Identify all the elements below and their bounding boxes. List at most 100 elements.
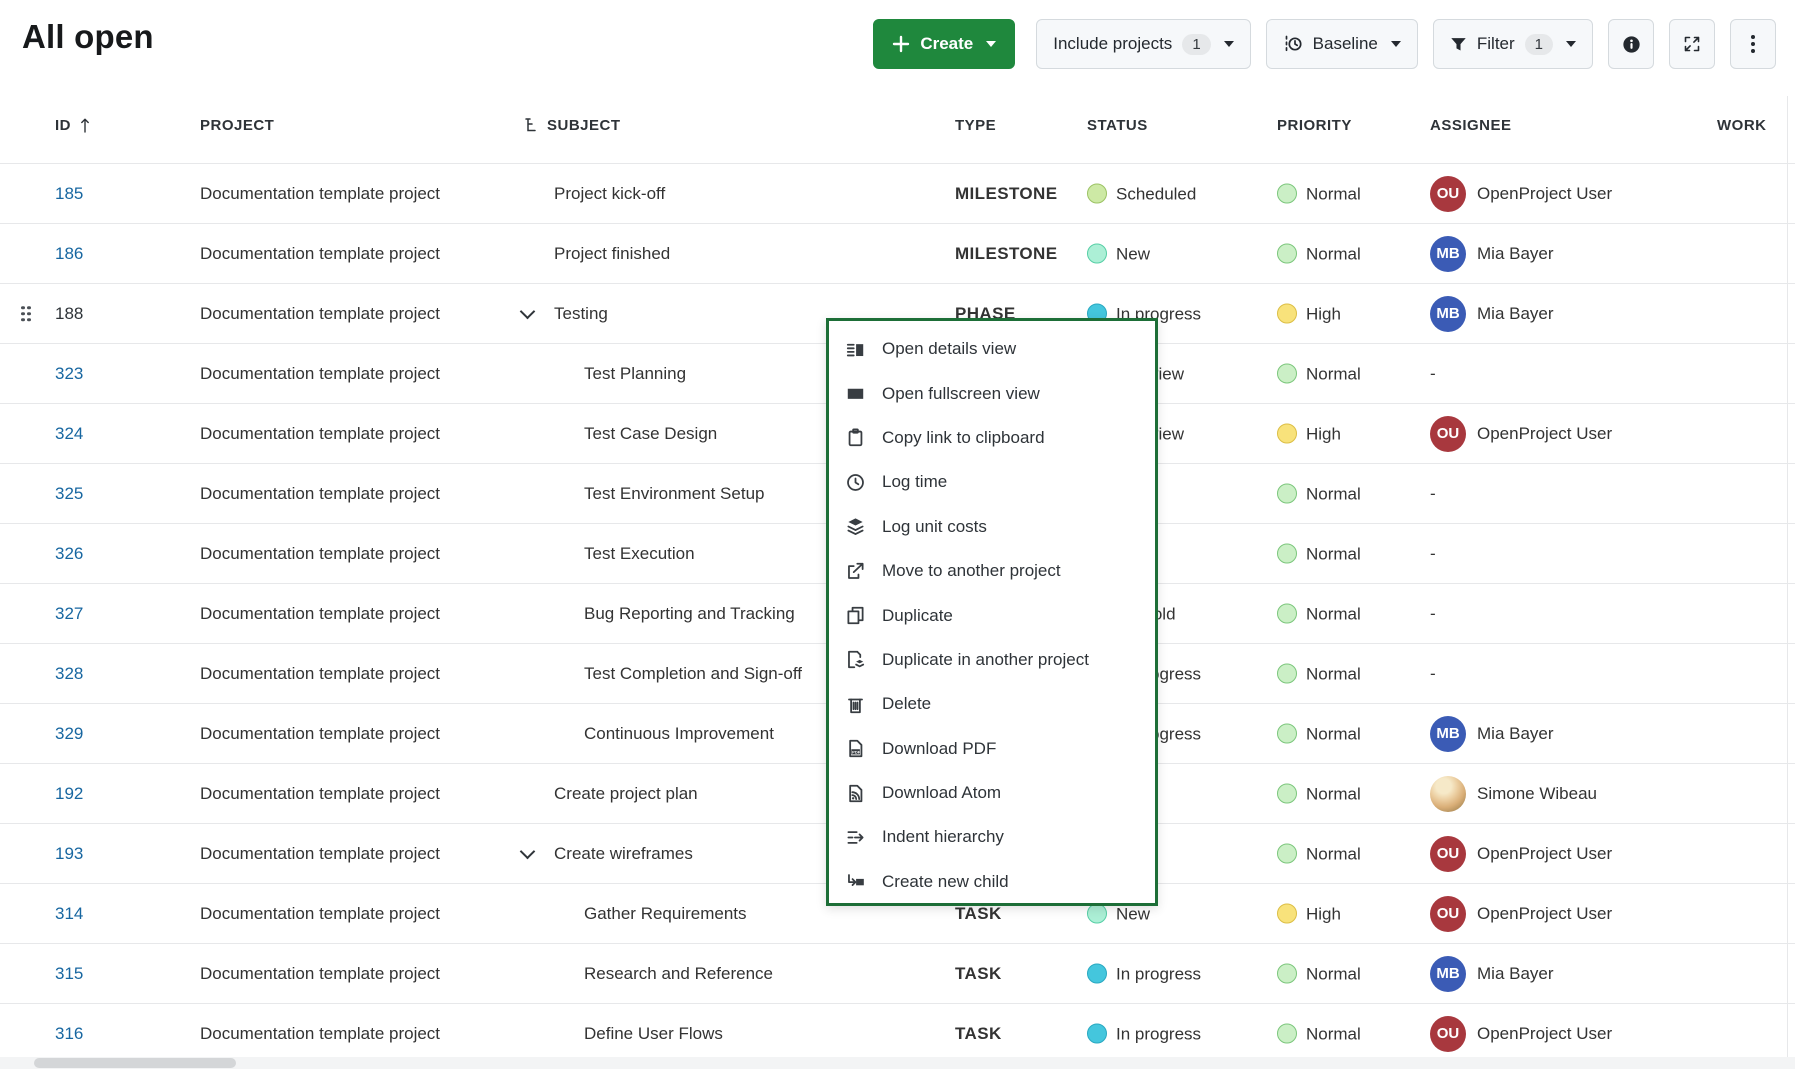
menu-item-download-atom[interactable]: Download Atom <box>829 771 1155 815</box>
work-package-id-link[interactable]: 329 <box>55 724 83 743</box>
work-package-id-link[interactable]: 186 <box>55 244 83 263</box>
work-package-id-link[interactable]: 193 <box>55 844 83 863</box>
project-cell[interactable]: Documentation template project <box>200 964 440 984</box>
project-cell[interactable]: Documentation template project <box>200 364 440 384</box>
assignee-cell[interactable]: - <box>1430 544 1436 564</box>
subject-cell[interactable]: Project finished <box>554 244 670 264</box>
include-projects-button[interactable]: Include projects 1 <box>1036 19 1250 69</box>
priority-cell[interactable]: High <box>1277 303 1341 324</box>
status-cell[interactable]: In progress <box>1087 1023 1201 1044</box>
menu-item-duplicate[interactable]: Duplicate <box>829 593 1155 637</box>
priority-cell[interactable]: Normal <box>1277 1023 1361 1044</box>
priority-cell[interactable]: Normal <box>1277 783 1361 804</box>
drag-handle-icon[interactable] <box>21 306 31 322</box>
column-header-subject[interactable]: SUBJECT <box>524 96 621 154</box>
priority-cell[interactable]: Normal <box>1277 483 1361 504</box>
work-package-id-link[interactable]: 314 <box>55 904 83 923</box>
column-header-work[interactable]: WORK <box>1717 96 1767 154</box>
priority-cell[interactable]: Normal <box>1277 963 1361 984</box>
priority-cell[interactable]: Normal <box>1277 663 1361 684</box>
create-button[interactable]: Create <box>873 19 1015 69</box>
priority-cell[interactable]: Normal <box>1277 543 1361 564</box>
assignee-cell[interactable]: - <box>1430 484 1436 504</box>
assignee-cell[interactable]: Simone Wibeau <box>1430 776 1597 812</box>
work-package-id-link[interactable]: 185 <box>55 184 83 203</box>
project-cell[interactable]: Documentation template project <box>200 1024 440 1044</box>
assignee-cell[interactable]: - <box>1430 604 1436 624</box>
menu-item-delete[interactable]: Delete <box>829 682 1155 726</box>
assignee-cell[interactable]: MB Mia Bayer <box>1430 956 1554 992</box>
column-header-status[interactable]: STATUS <box>1087 96 1148 154</box>
subject-cell[interactable]: Test Case Design <box>584 424 717 444</box>
status-cell[interactable]: New <box>1087 243 1150 264</box>
table-row[interactable]: 186 Documentation template project Proje… <box>0 224 1795 284</box>
assignee-cell[interactable]: - <box>1430 364 1436 384</box>
menu-item-duplicate-other-project[interactable]: Duplicate in another project <box>829 638 1155 682</box>
assignee-cell[interactable]: MB Mia Bayer <box>1430 716 1554 752</box>
subject-cell[interactable]: Continuous Improvement <box>584 724 774 744</box>
project-cell[interactable]: Documentation template project <box>200 244 440 264</box>
work-package-id-link[interactable]: 192 <box>55 784 83 803</box>
assignee-cell[interactable]: MB Mia Bayer <box>1430 236 1554 272</box>
menu-item-open-details-view[interactable]: Open details view <box>829 327 1155 371</box>
menu-item-log-unit-costs[interactable]: Log unit costs <box>829 505 1155 549</box>
column-header-id[interactable]: ID <box>55 96 91 154</box>
menu-item-move-to-project[interactable]: Move to another project <box>829 549 1155 593</box>
work-package-id-link[interactable]: 326 <box>55 544 83 563</box>
subject-cell[interactable]: Define User Flows <box>584 1024 723 1044</box>
work-package-id-link[interactable]: 188 <box>55 304 83 323</box>
work-package-id-link[interactable]: 327 <box>55 604 83 623</box>
priority-cell[interactable]: Normal <box>1277 603 1361 624</box>
subject-cell[interactable]: Gather Requirements <box>584 904 747 924</box>
table-row[interactable]: 315 Documentation template project Resea… <box>0 944 1795 1004</box>
baseline-button[interactable]: Baseline <box>1266 19 1418 69</box>
project-cell[interactable]: Documentation template project <box>200 484 440 504</box>
assignee-cell[interactable]: MB Mia Bayer <box>1430 296 1554 332</box>
work-package-id-link[interactable]: 325 <box>55 484 83 503</box>
info-button[interactable] <box>1608 19 1654 69</box>
menu-item-open-fullscreen-view[interactable]: Open fullscreen view <box>829 371 1155 415</box>
project-cell[interactable]: Documentation template project <box>200 664 440 684</box>
table-row[interactable]: 316 Documentation template project Defin… <box>0 1004 1795 1064</box>
subject-cell[interactable]: Project kick-off <box>554 184 665 204</box>
status-cell[interactable]: New <box>1087 903 1150 924</box>
subject-cell[interactable]: Create project plan <box>554 784 698 804</box>
project-cell[interactable]: Documentation template project <box>200 724 440 744</box>
horizontal-scrollbar-thumb[interactable] <box>34 1058 236 1068</box>
status-cell[interactable]: Scheduled <box>1087 183 1196 204</box>
project-cell[interactable]: Documentation template project <box>200 844 440 864</box>
subject-cell[interactable]: Create wireframes <box>554 844 693 864</box>
collapse-chevron-icon[interactable] <box>520 303 536 319</box>
priority-cell[interactable]: Normal <box>1277 243 1361 264</box>
status-cell[interactable]: In progress <box>1087 963 1201 984</box>
priority-cell[interactable]: High <box>1277 423 1341 444</box>
project-cell[interactable]: Documentation template project <box>200 304 440 324</box>
project-cell[interactable]: Documentation template project <box>200 184 440 204</box>
collapse-chevron-icon[interactable] <box>520 843 536 859</box>
project-cell[interactable]: Documentation template project <box>200 904 440 924</box>
priority-cell[interactable]: Normal <box>1277 723 1361 744</box>
subject-cell[interactable]: Test Planning <box>584 364 686 384</box>
assignee-cell[interactable]: OU OpenProject User <box>1430 176 1612 212</box>
subject-cell[interactable]: Research and Reference <box>584 964 773 984</box>
column-header-priority[interactable]: PRIORITY <box>1277 96 1352 154</box>
work-package-id-link[interactable]: 315 <box>55 964 83 983</box>
subject-cell[interactable]: Bug Reporting and Tracking <box>584 604 795 624</box>
project-cell[interactable]: Documentation template project <box>200 604 440 624</box>
project-cell[interactable]: Documentation template project <box>200 544 440 564</box>
menu-item-indent-hierarchy[interactable]: Indent hierarchy <box>829 815 1155 859</box>
work-package-id-link[interactable]: 323 <box>55 364 83 383</box>
subject-cell[interactable]: Test Environment Setup <box>584 484 764 504</box>
priority-cell[interactable]: Normal <box>1277 363 1361 384</box>
table-row[interactable]: 185 Documentation template project Proje… <box>0 164 1795 224</box>
type-cell[interactable]: MILESTONE <box>955 244 1057 264</box>
column-header-project[interactable]: PROJECT <box>200 96 274 154</box>
project-cell[interactable]: Documentation template project <box>200 424 440 444</box>
subject-cell[interactable]: Test Execution <box>584 544 695 564</box>
more-menu-button[interactable] <box>1730 19 1776 69</box>
assignee-cell[interactable]: OU OpenProject User <box>1430 1016 1612 1052</box>
type-cell[interactable]: TASK <box>955 1024 1002 1044</box>
priority-cell[interactable]: Normal <box>1277 183 1361 204</box>
type-cell[interactable]: TASK <box>955 964 1002 984</box>
subject-cell[interactable]: Testing <box>554 304 608 324</box>
